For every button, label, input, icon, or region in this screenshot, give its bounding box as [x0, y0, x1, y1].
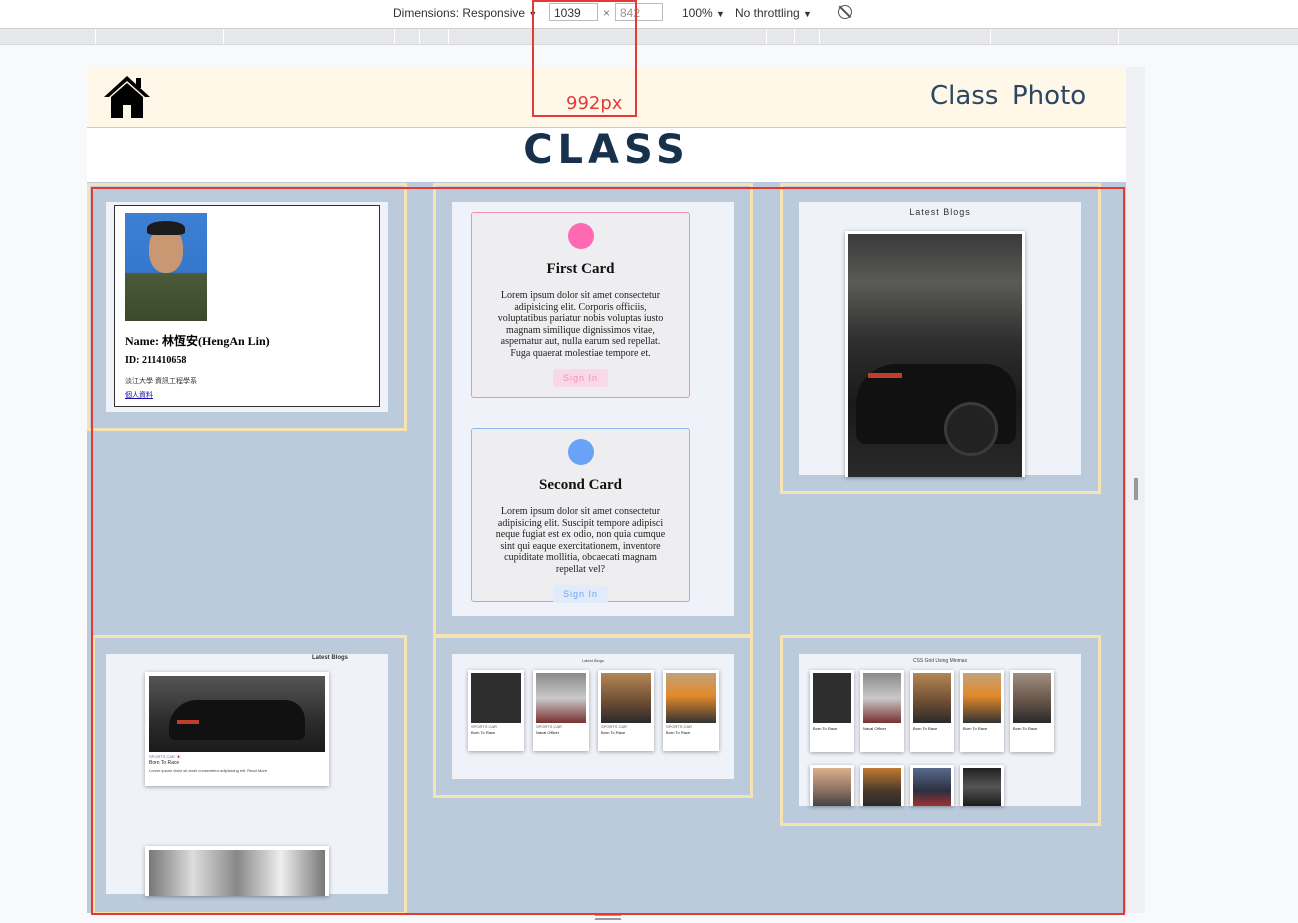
zoom-label: 100% [682, 6, 713, 20]
devtools-toolbar: Dimensions: Responsive ▼ 1039 × 842 100%… [0, 0, 1298, 29]
media-query-ruler[interactable] [0, 29, 1298, 45]
throttle-dropdown[interactable]: No throttling ▼ [735, 6, 812, 20]
home-icon[interactable] [102, 73, 152, 119]
chevron-down-icon: ▼ [716, 9, 725, 19]
chevron-down-icon: ▼ [803, 9, 812, 19]
sensors-disabled-icon[interactable] [838, 5, 852, 19]
resize-handle-bottom-2[interactable] [595, 918, 621, 920]
resize-handle-right-2[interactable] [1136, 478, 1138, 500]
page-title: CLASS [523, 127, 690, 173]
dimensions-dropdown[interactable]: Dimensions: Responsive ▼ [393, 6, 537, 20]
breakpoint-label: 992px [566, 93, 623, 114]
dimensions-label: Dimensions: Responsive [393, 6, 526, 20]
nav-link-class[interactable]: Class [930, 81, 998, 111]
throttle-label: No throttling [735, 6, 800, 20]
nav-link-photo[interactable]: Photo [1012, 81, 1086, 111]
zoom-dropdown[interactable]: 100% ▼ [682, 6, 725, 20]
content-highlight-box [91, 187, 1125, 915]
